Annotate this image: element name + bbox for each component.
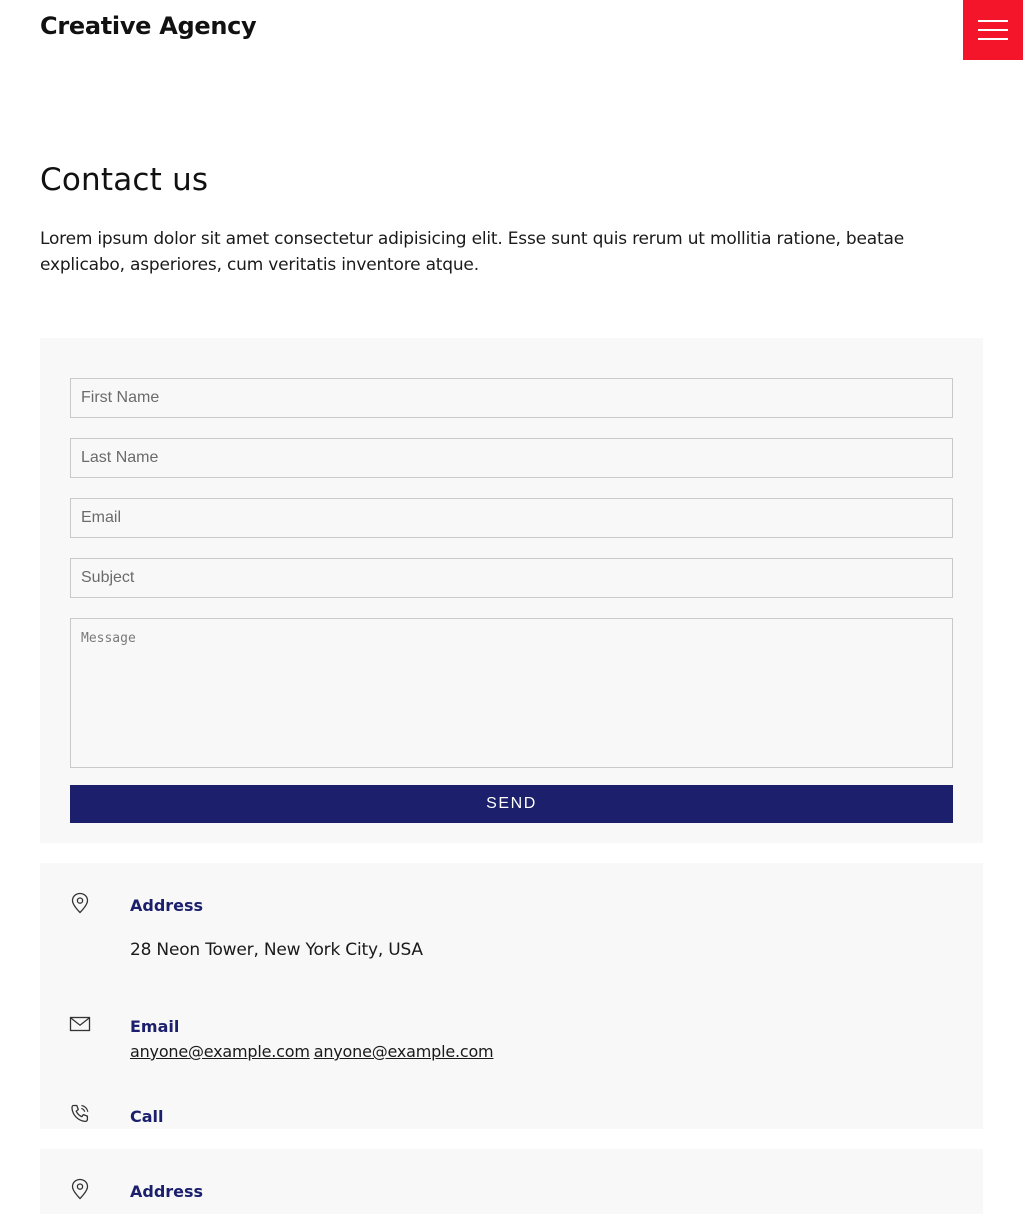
email-link[interactable]: anyone@example.com — [314, 1042, 494, 1061]
contact-form: SEND — [40, 338, 983, 843]
map-pin-icon — [68, 1177, 92, 1201]
email-label: Email — [130, 1017, 180, 1036]
email-links: anyone@example.com anyone@example.com — [130, 1042, 497, 1061]
address-label: Address — [130, 896, 204, 915]
hamburger-icon-bar — [978, 38, 1008, 40]
envelope-icon — [68, 1012, 92, 1036]
subject-input[interactable] — [70, 558, 953, 598]
message-textarea[interactable] — [70, 618, 953, 768]
contact-info-panel: Address 28 Neon Tower, New York City, US… — [40, 863, 983, 1129]
last-name-input[interactable] — [70, 438, 953, 478]
brand-logo-text[interactable]: Creative Agency — [40, 12, 257, 40]
contact-info-panel-secondary: Address — [40, 1149, 983, 1214]
email-input[interactable] — [70, 498, 953, 538]
first-name-input[interactable] — [70, 378, 953, 418]
address-text: 28 Neon Tower, New York City, USA — [130, 940, 423, 960]
call-label: Call — [130, 1107, 164, 1126]
hamburger-icon-bar — [978, 29, 1008, 31]
intro-text: Lorem ipsum dolor sit amet consectetur a… — [40, 229, 904, 275]
hamburger-menu-button[interactable] — [963, 0, 1023, 60]
site-header: Creative Agency — [0, 0, 1023, 60]
page-title: Contact us — [40, 162, 209, 198]
page: Creative Agency Contact us Lorem ipsum d… — [0, 0, 1023, 1214]
address-label: Address — [130, 1182, 204, 1201]
phone-icon — [68, 1102, 92, 1126]
hamburger-icon-bar — [978, 20, 1008, 22]
send-button[interactable]: SEND — [70, 785, 953, 823]
map-pin-icon — [68, 891, 92, 915]
email-link[interactable]: anyone@example.com — [130, 1042, 310, 1061]
